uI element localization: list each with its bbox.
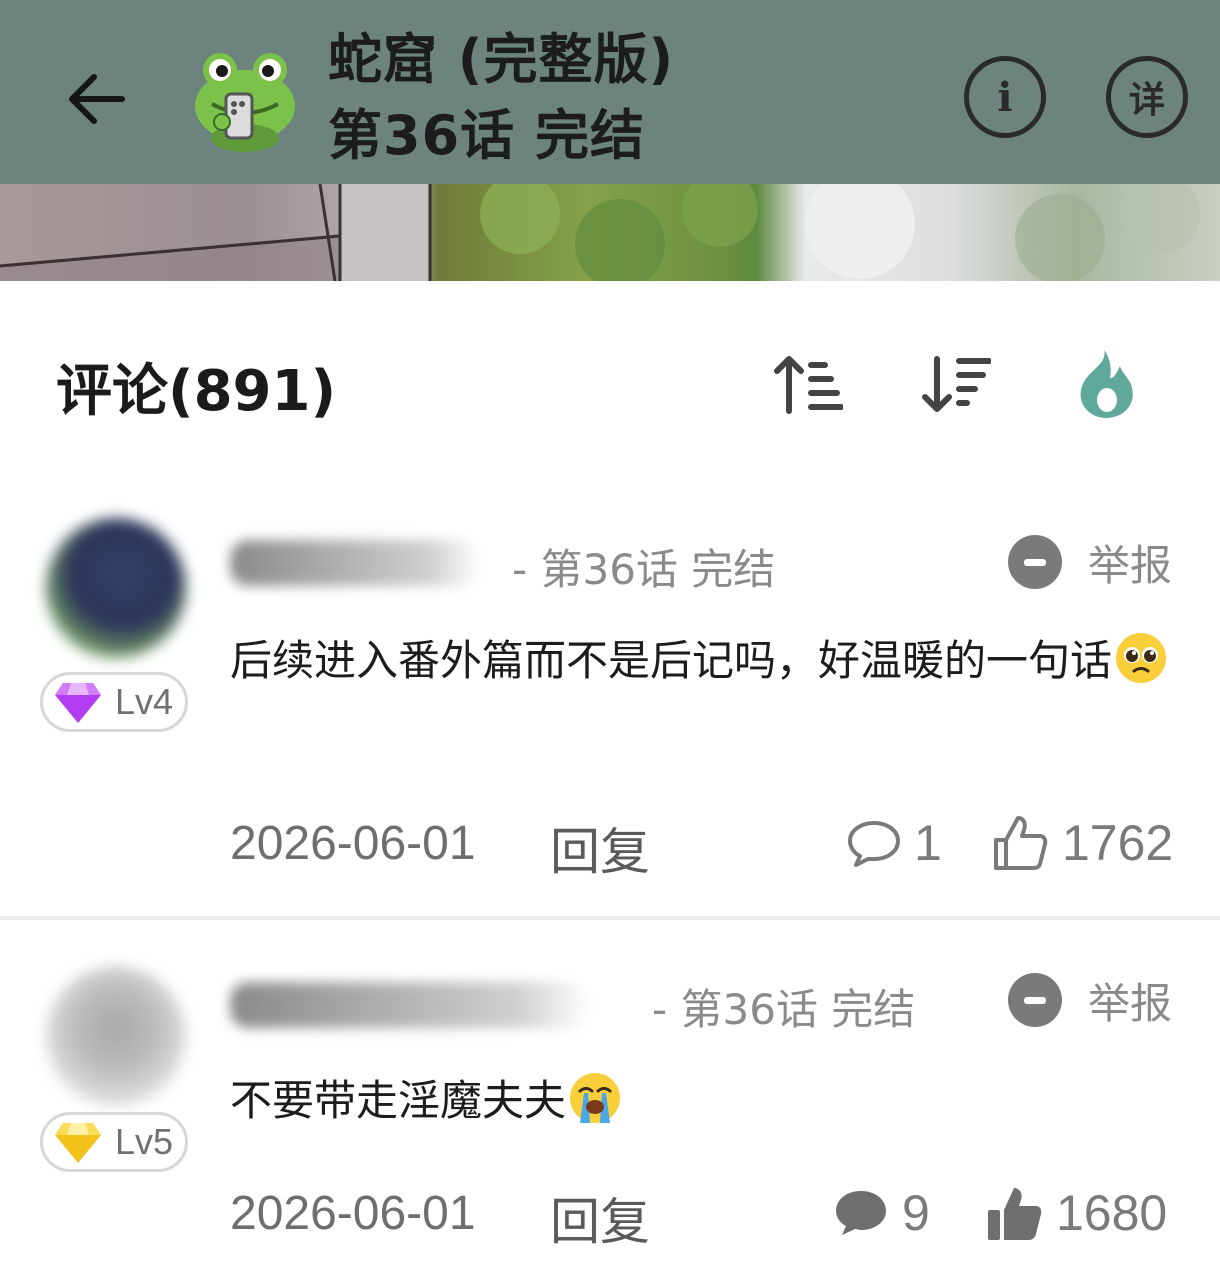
reply-button[interactable]: 回复 <box>550 1182 650 1254</box>
diamond-gem-icon <box>55 683 101 723</box>
hot-sort-button[interactable] <box>1066 346 1146 422</box>
comic-art-image <box>0 184 1200 281</box>
sort-ascending-icon <box>774 356 843 414</box>
level-badge: Lv4 <box>40 672 188 732</box>
report-label: 举报 <box>1088 978 1173 1028</box>
comment-divider <box>0 916 1220 920</box>
reply-button[interactable]: 回复 <box>550 812 650 884</box>
info-button[interactable]: i <box>964 56 1046 138</box>
frog-mascot-icon <box>195 53 295 152</box>
detail-button[interactable]: 详 <box>1106 56 1188 138</box>
username-blurred[interactable] <box>230 982 590 1028</box>
reply-count-button[interactable]: 1 <box>846 814 942 872</box>
level-label: Lv4 <box>115 681 174 722</box>
like-count: 1762 <box>1062 815 1174 871</box>
diamond-gem-icon <box>55 1123 101 1163</box>
report-button[interactable]: 举报 <box>1008 532 1172 592</box>
minus-circle-icon <box>1008 973 1062 1027</box>
comment-chapter: - 第36话 完结 <box>512 545 776 594</box>
user-avatar[interactable] <box>46 518 186 658</box>
comment-body: 不要带走淫魔夫夫 <box>230 1076 567 1125</box>
detail-icon: 详 <box>1128 80 1165 121</box>
title-block: 蛇窟 (完整版) 第36话 完结 <box>328 22 674 174</box>
back-button[interactable] <box>62 66 128 132</box>
speech-bubble-filled-icon <box>836 1191 886 1235</box>
arrow-left-icon <box>69 74 125 124</box>
username-blurred[interactable] <box>230 540 480 586</box>
info-icon: i <box>997 73 1013 121</box>
reply-count: 1 <box>914 815 942 871</box>
loudly-crying-face-emoji <box>570 1073 621 1123</box>
like-button[interactable]: 1680 <box>986 1184 1167 1242</box>
comments-heading: 评论(891) <box>56 359 337 424</box>
like-button[interactable]: 1762 <box>992 814 1173 872</box>
thumbs-up-filled-icon <box>988 1188 1042 1240</box>
top-bar: 蛇窟 (完整版) 第36话 完结 i 详 <box>0 0 1220 184</box>
comment-date: 2026-06-01 <box>230 817 476 870</box>
reply-count: 9 <box>902 1185 930 1241</box>
comment-date: 2026-06-01 <box>230 1187 476 1240</box>
like-count: 1680 <box>1056 1185 1168 1241</box>
chapter-title: 第36话 完结 <box>328 104 645 167</box>
minus-circle-icon <box>1008 535 1062 589</box>
comic-art-preview <box>0 184 1220 281</box>
level-badge: Lv5 <box>40 1112 188 1172</box>
speech-bubble-icon <box>848 821 900 867</box>
level-label: Lv5 <box>115 1121 174 1162</box>
pleading-face-emoji <box>1116 633 1167 683</box>
sort-ascending-button[interactable] <box>768 346 848 422</box>
report-label: 举报 <box>1088 540 1173 590</box>
sort-descending-button[interactable] <box>916 346 996 422</box>
sort-descending-icon <box>922 356 991 412</box>
comment-text: 后续进入番外篇而不是后记吗，好温暖的一句话 <box>230 628 1180 694</box>
user-avatar[interactable] <box>46 966 186 1106</box>
comment-body: 后续进入番外篇而不是后记吗，好温暖的一句话 <box>230 636 1113 685</box>
comic-title: 蛇窟 (完整版) <box>328 28 675 91</box>
thumbs-up-outline-icon <box>994 816 1048 870</box>
reply-count-button[interactable]: 9 <box>832 1184 930 1242</box>
comment-text: 不要带走淫魔夫夫 <box>230 1068 1180 1134</box>
report-button[interactable]: 举报 <box>1008 970 1172 1030</box>
flame-icon <box>1080 350 1133 418</box>
comment-chapter: - 第36话 完结 <box>652 985 916 1034</box>
